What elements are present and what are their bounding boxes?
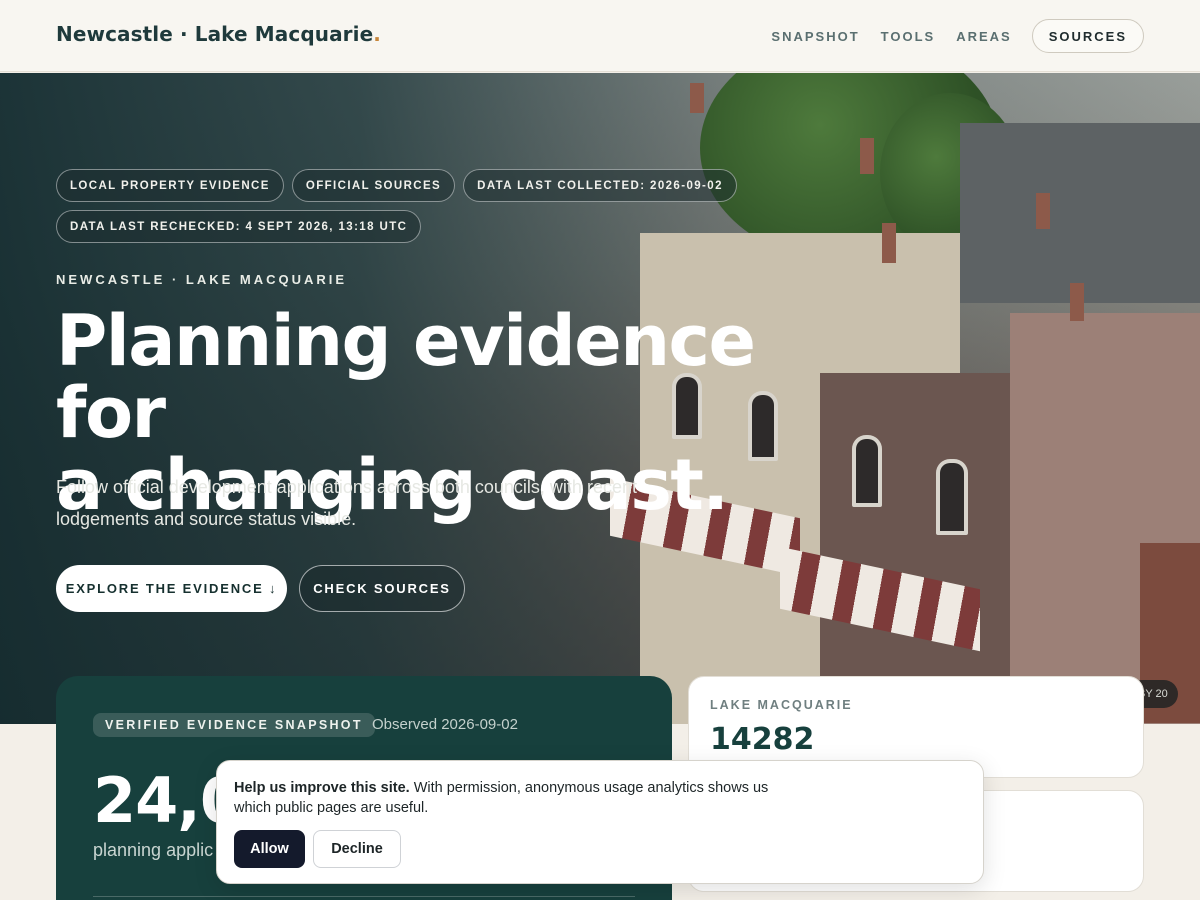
hero-description: Follow official development applications… [56,477,637,529]
allow-analytics-button[interactable]: Allow [234,830,305,868]
nav-snapshot[interactable]: SNAPSHOT [771,29,859,44]
tag-data-last-collected: DATA LAST COLLECTED: 2026-09-02 [463,169,737,202]
decline-analytics-button[interactable]: Decline [313,830,401,868]
headline-line-1: Planning evidence for [56,300,756,454]
site-header: Newcastle · Lake Macquarie. SNAPSHOT TOO… [0,0,1200,72]
area-label: LAKE MACQUARIE [710,698,853,712]
main-nav: SNAPSHOT TOOLS AREAS SOURCES [750,19,1144,53]
consent-title: Help us improve this site. [234,780,410,796]
hero-tags: LOCAL PROPERTY EVIDENCE OFFICIAL SOURCES… [56,169,756,243]
snapshot-caption: planning applic [93,840,214,860]
analytics-consent-dialog: Help us improve this site. With permissi… [216,760,984,884]
check-sources-button[interactable]: CHECK SOURCES [299,565,465,612]
explore-evidence-button[interactable]: EXPLORE THE EVIDENCE ↓ [56,565,287,612]
brand-logo[interactable]: Newcastle · Lake Macquarie. [56,22,381,46]
area-count: 14282 [710,722,815,757]
tag-local-property-evidence: LOCAL PROPERTY EVIDENCE [56,169,284,202]
brand-name: Newcastle · Lake Macquarie [56,22,374,46]
nav-areas[interactable]: AREAS [956,29,1012,44]
tag-data-last-rechecked: DATA LAST RECHECKED: 4 SEPT 2026, 13:18 … [56,210,422,243]
snapshot-observed-date: Observed 2026-09-02 [372,716,518,733]
hero-eyebrow: NEWCASTLE · LAKE MACQUARIE [56,272,348,287]
consent-message: Help us improve this site. With permissi… [234,778,804,818]
brand-dot: . [373,22,381,46]
hero-section: LOCAL PROPERTY EVIDENCE OFFICIAL SOURCES… [0,73,1200,724]
snapshot-divider [93,896,635,897]
nav-sources-button[interactable]: SOURCES [1031,19,1144,53]
verified-snapshot-badge: VERIFIED EVIDENCE SNAPSHOT [93,713,375,737]
tag-official-sources: OFFICIAL SOURCES [291,169,456,202]
nav-tools[interactable]: TOOLS [881,29,936,44]
